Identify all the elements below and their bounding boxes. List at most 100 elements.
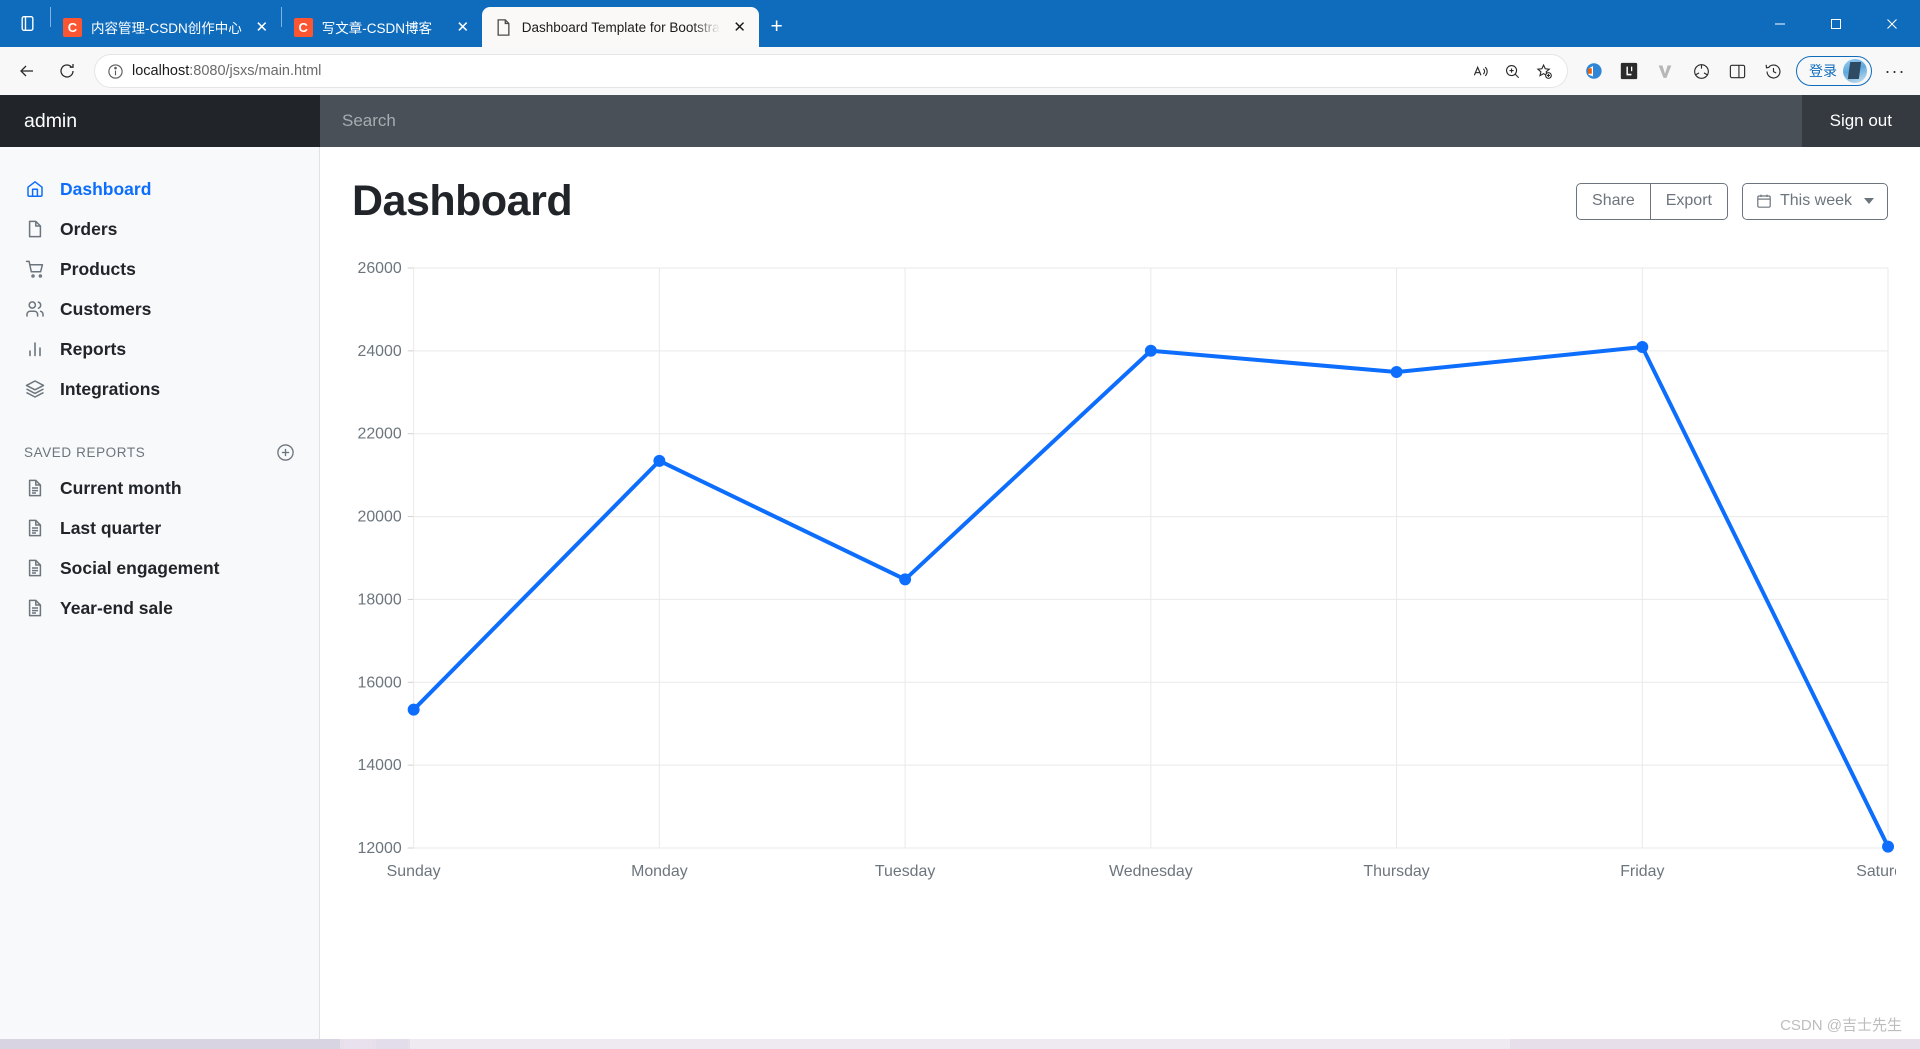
split-screen-icon[interactable] (1720, 54, 1754, 88)
reload-icon[interactable] (48, 54, 86, 88)
sign-in-button[interactable]: 登录 (1796, 56, 1872, 86)
info-icon[interactable] (107, 63, 124, 80)
browser-window: C 内容管理-CSDN创作中心 ✕ C 写文章-CSDN博客 ✕ Dashboa… (0, 0, 1920, 1049)
new-tab-button[interactable]: + (759, 10, 795, 44)
sidebar-item-customers[interactable]: Customers (0, 289, 319, 329)
page-body: Dashboard Orders Products Customers Repo… (0, 147, 1920, 1049)
bar-chart-icon (24, 338, 46, 360)
chart-data-point[interactable] (407, 703, 420, 716)
chart-data-point[interactable] (653, 454, 666, 467)
omnibox-actions (1465, 57, 1559, 85)
watermark: CSDN @吉士先生 (1780, 1017, 1902, 1034)
sidebar-item-social-engagement[interactable]: Social engagement (0, 548, 319, 588)
sidebar-item-label: Year-end sale (60, 597, 173, 618)
app-brand[interactable]: admin (0, 95, 320, 147)
file-text-icon (24, 477, 46, 499)
saved-reports-title: SAVED REPORTS (24, 445, 146, 460)
close-icon[interactable]: ✕ (729, 16, 751, 38)
layers-icon (24, 378, 46, 400)
x-axis-label: Monday (631, 863, 688, 880)
history-icon[interactable] (1756, 54, 1790, 88)
url-text: localhost:8080/jsxs/main.html (132, 63, 322, 79)
back-icon[interactable] (8, 54, 46, 88)
sidebar-item-year-end-sale[interactable]: Year-end sale (0, 588, 319, 628)
y-axis-label: 24000 (357, 343, 401, 360)
file-icon (24, 218, 46, 240)
sidebar-item-dashboard[interactable]: Dashboard (0, 169, 319, 209)
y-axis-label: 18000 (357, 591, 401, 608)
export-button[interactable]: Export (1650, 183, 1728, 220)
chart-data-point[interactable] (1882, 840, 1895, 853)
close-icon[interactable]: ✕ (251, 16, 273, 38)
tab-title: 内容管理-CSDN创作中心 (91, 21, 242, 36)
main-content: Dashboard Share Export This week 12000 1… (320, 147, 1920, 1049)
x-axis-label: Thursday (1363, 863, 1429, 880)
sidebar-item-integrations[interactable]: Integrations (0, 369, 319, 409)
y-axis-label: 14000 (357, 757, 401, 774)
extension-l-icon[interactable] (1612, 54, 1646, 88)
chart-data-point[interactable] (1390, 366, 1403, 379)
share-button[interactable]: Share (1576, 183, 1651, 220)
tab-search-button[interactable] (4, 0, 50, 47)
sidebar-item-label: Dashboard (60, 178, 152, 199)
tab-title: Dashboard Template for Bootstra (521, 19, 720, 35)
collections-extension-icon[interactable] (1576, 54, 1610, 88)
sign-out-link[interactable]: Sign out (1830, 111, 1892, 131)
maximize-icon[interactable] (1808, 0, 1864, 47)
close-icon[interactable]: ✕ (452, 16, 474, 38)
sidebar-item-last-quarter[interactable]: Last quarter (0, 508, 319, 548)
sign-out-container: Sign out (1801, 95, 1920, 147)
browser-tab-2[interactable]: C 写文章-CSDN博客 ✕ (282, 7, 482, 47)
add-favorite-icon[interactable] (1529, 57, 1559, 85)
plus-circle-icon[interactable] (276, 443, 295, 462)
sidebar-item-label: Reports (60, 338, 127, 359)
browser-toolbar: localhost:8080/jsxs/main.html 登录 ··· (0, 47, 1920, 95)
minimize-icon[interactable] (1752, 0, 1808, 47)
tab-title: 写文章-CSDN博客 (321, 21, 432, 36)
chart-data-point[interactable] (1144, 344, 1157, 357)
address-bar[interactable]: localhost:8080/jsxs/main.html (94, 54, 1568, 88)
sidebar-item-label: Integrations (60, 378, 161, 399)
y-axis-label: 22000 (357, 426, 401, 443)
zoom-icon[interactable] (1497, 57, 1527, 85)
sidebar: Dashboard Orders Products Customers Repo… (0, 147, 320, 1049)
chevron-down-icon (1864, 198, 1874, 205)
document-icon (494, 18, 513, 37)
browser-tab-1[interactable]: C 内容管理-CSDN创作中心 ✕ (51, 7, 281, 47)
chart-data-point[interactable] (899, 573, 912, 586)
extensions-puzzle-icon[interactable] (1684, 54, 1718, 88)
saved-reports-heading: SAVED REPORTS (0, 409, 319, 468)
x-axis-label: Friday (1620, 863, 1664, 880)
read-aloud-icon[interactable] (1465, 57, 1495, 85)
sidebar-item-label: Social engagement (60, 557, 220, 578)
date-range-dropdown[interactable]: This week (1741, 183, 1888, 220)
file-text-icon (24, 517, 46, 539)
taskbar-peek (0, 1039, 1920, 1049)
browser-tab-3[interactable]: Dashboard Template for Bootstra ✕ (481, 7, 759, 47)
sidebar-item-products[interactable]: Products (0, 249, 319, 289)
sales-line-chart: 12000 14000 16000 18000 20000 22000 24000 26000… (344, 258, 1896, 898)
app-navbar: admin Sign out (0, 95, 1920, 147)
users-icon (24, 298, 46, 320)
close-window-icon[interactable] (1864, 0, 1920, 47)
tab-strip: C 内容管理-CSDN创作中心 ✕ C 写文章-CSDN博客 ✕ Dashboa… (0, 0, 1920, 47)
date-range-label: This week (1779, 192, 1852, 210)
shopping-cart-icon (24, 258, 46, 280)
csdn-icon: C (63, 17, 82, 37)
sidebar-item-reports[interactable]: Reports (0, 329, 319, 369)
page-header: Dashboard Share Export This week (344, 147, 1896, 240)
x-axis-label: Saturday (1856, 863, 1896, 880)
x-axis-label: Wednesday (1109, 863, 1193, 880)
chart-data-point[interactable] (1636, 341, 1649, 354)
extension-v-icon[interactable] (1648, 54, 1682, 88)
sidebar-item-current-month[interactable]: Current month (0, 468, 319, 508)
browser-menu-icon[interactable]: ··· (1878, 54, 1912, 88)
window-controls (1752, 0, 1920, 47)
search-input[interactable] (320, 95, 1802, 147)
sidebar-item-orders[interactable]: Orders (0, 209, 319, 249)
y-axis-label: 16000 (357, 674, 401, 691)
sidebar-item-label: Customers (60, 298, 152, 319)
sidebar-item-label: Products (60, 258, 136, 279)
x-axis-label: Sunday (387, 863, 441, 880)
calendar-icon (1756, 193, 1772, 209)
